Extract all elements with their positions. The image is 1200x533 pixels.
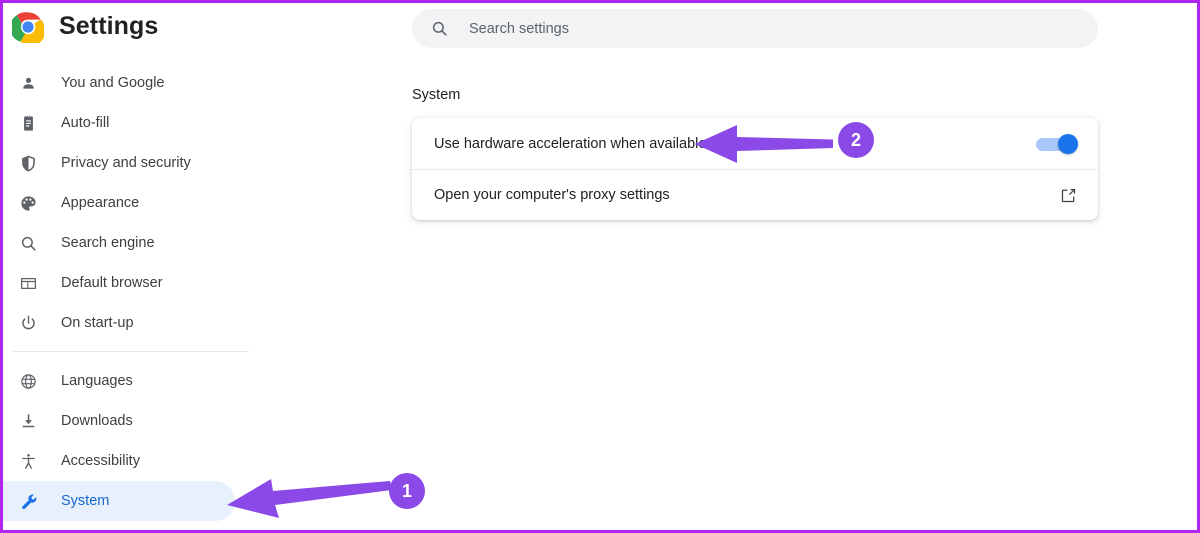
sidebar-item-label: System <box>61 493 110 509</box>
hardware-acceleration-row[interactable]: Use hardware acceleration when available <box>412 118 1098 169</box>
sidebar-item-privacy-and-security[interactable]: Privacy and security <box>3 143 235 183</box>
sidebar-item-auto-fill[interactable]: Auto-fill <box>3 103 235 143</box>
sidebar-item-label: Search engine <box>61 235 155 251</box>
sidebar-item-accessibility[interactable]: Accessibility <box>3 441 235 481</box>
clipboard-icon <box>17 112 39 134</box>
sidebar-item-label: Downloads <box>61 413 133 429</box>
sidebar-item-system[interactable]: System <box>3 481 235 521</box>
chrome-logo-icon <box>9 11 46 46</box>
proxy-settings-row[interactable]: Open your computer's proxy settings <box>412 169 1098 220</box>
sidebar-item-default-browser[interactable]: Default browser <box>3 263 235 303</box>
sidebar-item-label: Appearance <box>61 195 140 211</box>
wrench-icon <box>17 490 39 512</box>
palette-icon <box>17 192 39 214</box>
sidebar-item-label: Default browser <box>61 275 163 291</box>
sidebar-item-languages[interactable]: Languages <box>3 361 235 401</box>
settings-page: Settings You and Google Auto-fill Privac… <box>0 0 1200 533</box>
section-heading: System <box>412 87 461 103</box>
hardware-acceleration-toggle[interactable] <box>1034 133 1078 154</box>
person-icon <box>17 72 39 94</box>
sidebar-item-you-and-google[interactable]: You and Google <box>3 63 235 103</box>
sidebar-item-label: On start-up <box>61 315 134 331</box>
shield-icon <box>17 152 39 174</box>
search-icon <box>429 19 449 39</box>
row-label: Open your computer's proxy settings <box>434 187 670 203</box>
sidebar-item-label: Privacy and security <box>61 155 191 171</box>
power-icon <box>17 312 39 334</box>
sidebar-item-appearance[interactable]: Appearance <box>3 183 235 223</box>
system-settings-card: Use hardware acceleration when available… <box>412 118 1098 220</box>
search-icon <box>17 232 39 254</box>
search-placeholder: Search settings <box>469 20 569 37</box>
sidebar: You and Google Auto-fill Privacy and sec… <box>3 63 283 530</box>
toggle-knob <box>1058 133 1078 154</box>
external-link-icon[interactable] <box>1058 185 1078 205</box>
accessibility-icon <box>17 450 39 472</box>
row-label: Use hardware acceleration when available <box>434 135 707 152</box>
sidebar-item-search-engine[interactable]: Search engine <box>3 223 235 263</box>
annotation-badge-label: 1 <box>401 480 412 501</box>
sidebar-item-label: Accessibility <box>61 453 140 469</box>
sidebar-item-downloads[interactable]: Downloads <box>3 401 235 441</box>
annotation-badge-2: 2 <box>838 122 874 158</box>
sidebar-divider <box>13 351 249 352</box>
search-input[interactable]: Search settings <box>412 9 1098 48</box>
sidebar-item-label: Languages <box>61 373 133 389</box>
download-icon <box>17 410 39 432</box>
sidebar-item-label: Auto-fill <box>61 115 110 131</box>
sidebar-item-label: You and Google <box>61 75 165 91</box>
page-title: Settings <box>59 12 159 40</box>
globe-icon <box>17 370 39 392</box>
sidebar-item-on-start-up[interactable]: On start-up <box>3 303 235 343</box>
annotation-badge-1: 1 <box>389 473 425 509</box>
browser-window-icon <box>17 272 39 294</box>
page-header: Settings <box>3 3 403 61</box>
annotation-badge-label: 2 <box>850 129 861 150</box>
